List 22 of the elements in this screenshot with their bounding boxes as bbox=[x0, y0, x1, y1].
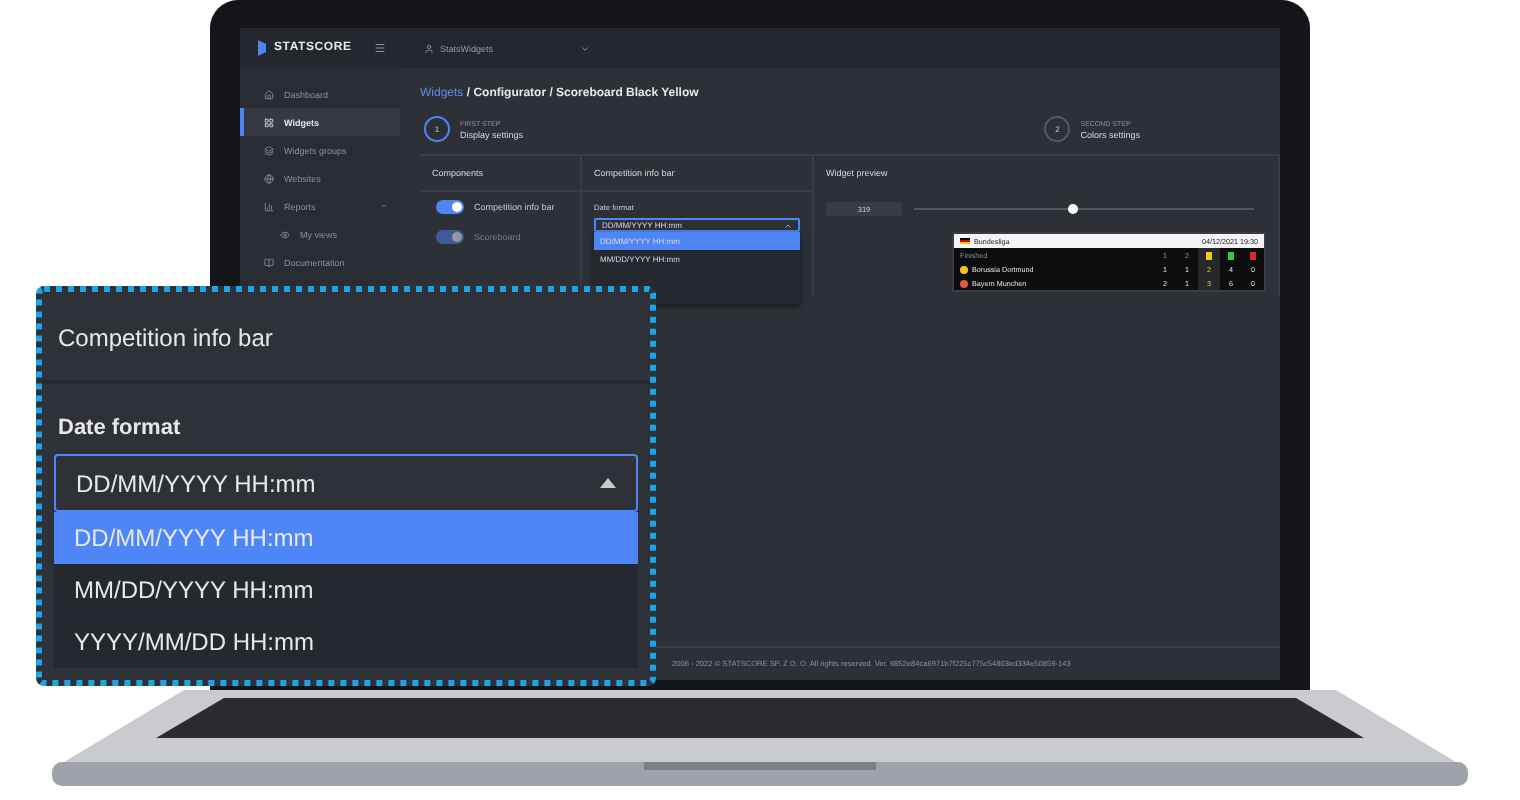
card-icon bbox=[1250, 251, 1256, 259]
slider-thumb[interactable] bbox=[1068, 204, 1079, 214]
substitution-icon bbox=[1228, 251, 1234, 259]
panel-heading: Competition info bar bbox=[42, 292, 650, 384]
field-label: Date format bbox=[56, 414, 183, 444]
date-format-select[interactable]: DD/MM/YYYY HH:mm bbox=[54, 454, 638, 512]
logo-icon bbox=[256, 40, 268, 56]
flag-icon bbox=[960, 238, 970, 244]
globe-icon bbox=[264, 173, 274, 183]
card-icon bbox=[1206, 251, 1212, 259]
menu-icon[interactable] bbox=[373, 42, 386, 54]
dropdown-option[interactable]: MM/DD/YYYY HH:mm bbox=[54, 564, 638, 616]
grid-icon bbox=[264, 117, 274, 127]
toggle-switch[interactable] bbox=[436, 200, 464, 214]
caret-up-icon bbox=[600, 478, 616, 488]
layers-icon bbox=[264, 145, 274, 155]
eye-icon bbox=[280, 229, 290, 239]
bar-chart-icon bbox=[264, 201, 274, 211]
user-icon bbox=[424, 43, 434, 53]
caret-icon[interactable] bbox=[579, 43, 590, 53]
book-icon bbox=[264, 257, 274, 267]
home-icon bbox=[264, 89, 274, 99]
